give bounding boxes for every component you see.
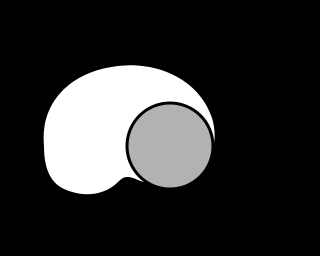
abstract-shape-graphic (43, 65, 215, 195)
icon-canvas (0, 0, 256, 256)
gray-circle-shape (125, 101, 215, 191)
